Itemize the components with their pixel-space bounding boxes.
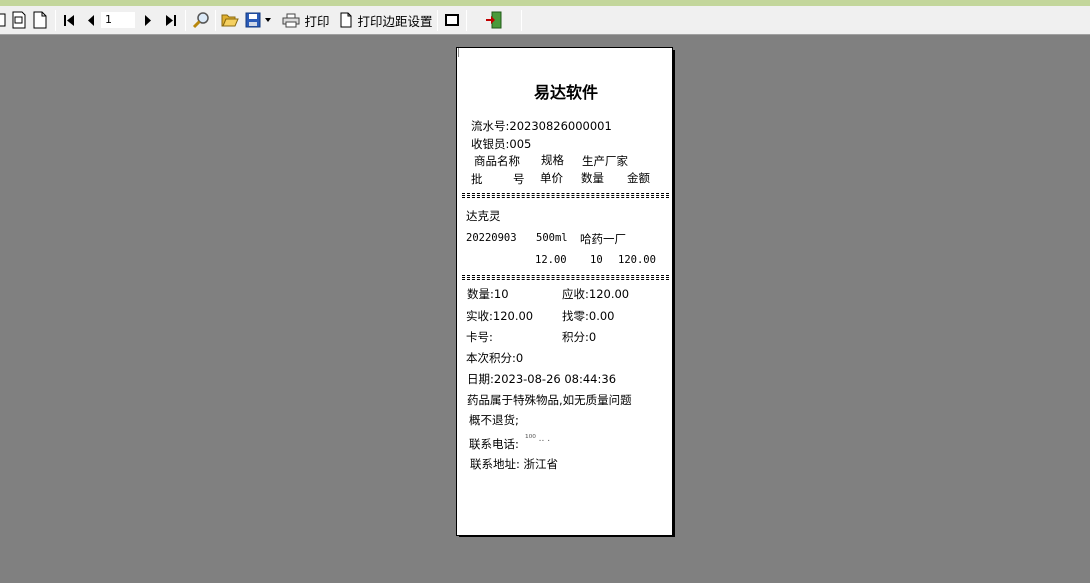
- receipt-title: 易达软件: [534, 83, 599, 102]
- folder-open-icon: [221, 14, 239, 27]
- separator: [437, 10, 438, 31]
- previous-icon: [88, 15, 94, 26]
- summary-change: 找零:0.00: [562, 309, 615, 323]
- contact-phone-redacted: ¹⁰⁰ .. .: [525, 434, 551, 444]
- header-quantity: 数量: [581, 171, 604, 185]
- summary-receivable: 应收:120.00: [562, 287, 630, 301]
- page-setup-button[interactable]: [10, 9, 28, 31]
- item-batch: 20220903: [466, 232, 517, 244]
- print-button[interactable]: 打印: [282, 9, 330, 31]
- print-margin-label: 打印边距设置: [357, 13, 433, 29]
- item-price: 12.00: [535, 254, 567, 266]
- separator: [185, 10, 186, 31]
- item-amount: 120.00: [618, 254, 656, 266]
- print-margin-settings-button[interactable]: 打印边距设置: [339, 9, 433, 31]
- serial-number: 流水号:20230826000001: [471, 119, 612, 133]
- first-page-icon: [64, 15, 74, 26]
- rectangle-icon: [445, 14, 459, 26]
- notice-line-2: 概不退货;: [469, 413, 519, 427]
- next-icon: [145, 15, 151, 26]
- floppy-disk-icon: [245, 12, 261, 28]
- next-page-button[interactable]: [141, 9, 155, 31]
- last-page-icon: [166, 15, 176, 26]
- save-dropdown[interactable]: [263, 9, 273, 31]
- header-manufacturer: 生产厂家: [582, 154, 628, 168]
- page-layout-icon: [12, 11, 26, 29]
- item-manufacturer: 哈药一厂: [580, 232, 626, 246]
- exit-button[interactable]: [484, 9, 504, 31]
- item-name: 达克灵: [466, 209, 501, 223]
- receipt-page: 易达软件 流水号:20230826000001 收银员:005 商品名称 规格 …: [456, 47, 673, 536]
- first-page-button[interactable]: [61, 9, 77, 31]
- partial-button[interactable]: [0, 9, 7, 31]
- chevron-down-icon: [265, 18, 271, 22]
- previous-page-button[interactable]: [84, 9, 98, 31]
- summary-paid: 实收:120.00: [466, 309, 534, 323]
- item-spec: 500ml: [536, 232, 568, 244]
- summary-quantity: 数量:10: [467, 287, 509, 301]
- page-number-field[interactable]: 1: [101, 12, 135, 28]
- summary-points: 积分:0: [562, 330, 597, 344]
- magnifier-icon: [192, 12, 209, 29]
- cashier: 收银员:005: [471, 137, 532, 151]
- frame-button[interactable]: [443, 9, 461, 31]
- contact-address: 联系地址: 浙江省: [470, 457, 559, 471]
- summary-this-points: 本次积分:0: [466, 351, 524, 365]
- document-icon: [33, 11, 47, 29]
- header-batch-1: 批: [471, 172, 483, 186]
- header-product-name: 商品名称: [474, 154, 520, 168]
- summary-card-number: 卡号:: [466, 330, 493, 344]
- last-page-button[interactable]: [163, 9, 179, 31]
- header-batch-2: 号: [513, 172, 525, 186]
- open-button[interactable]: [220, 9, 240, 31]
- summary-date: 日期:2023-08-26 08:44:36: [467, 372, 617, 386]
- separator: [55, 10, 56, 31]
- header-spec: 规格: [541, 153, 564, 167]
- notice-line-1: 药品属于特殊物品,如无质量问题: [467, 393, 632, 407]
- divider-bottom: [462, 275, 669, 280]
- header-amount: 金额: [627, 171, 650, 185]
- zoom-button[interactable]: [191, 9, 211, 31]
- preview-toolbar: 1 打印 打印边距设置: [0, 6, 1090, 35]
- partial-icon: [0, 13, 6, 27]
- separator: [521, 10, 522, 31]
- page-corner-mark: [458, 48, 460, 57]
- printer-icon: [282, 13, 300, 28]
- separator: [466, 10, 467, 31]
- header-price: 单价: [540, 171, 563, 185]
- item-quantity: 10: [590, 254, 603, 266]
- single-page-button[interactable]: [31, 9, 49, 31]
- save-button[interactable]: [244, 9, 262, 31]
- divider-top: [462, 193, 669, 198]
- separator: [215, 10, 216, 31]
- exit-door-icon: [486, 11, 502, 29]
- contact-phone-label: 联系电话:: [469, 437, 519, 451]
- page-icon: [340, 12, 352, 28]
- print-label: 打印: [304, 13, 330, 29]
